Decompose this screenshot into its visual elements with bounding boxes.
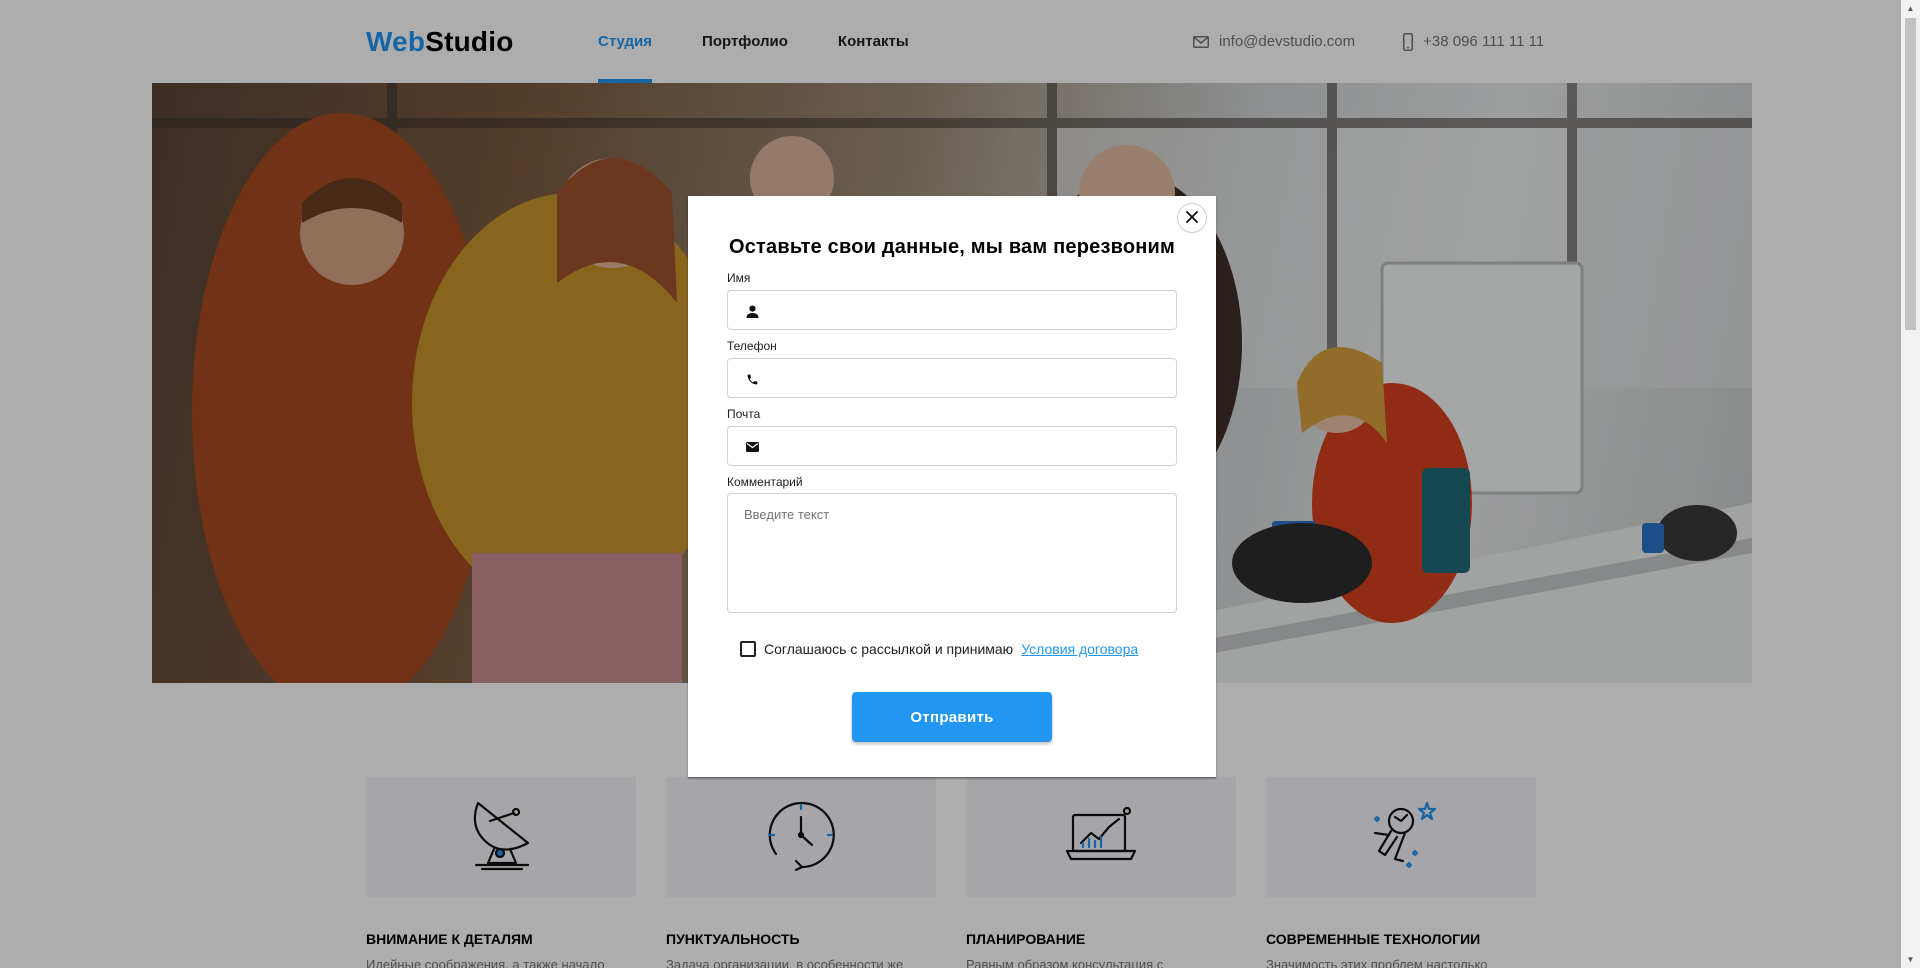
comment-label: Комментарий [727, 475, 803, 489]
email-label: Почта [727, 407, 761, 421]
scroll-thumb[interactable] [1905, 18, 1916, 330]
phone-input[interactable] [768, 359, 1168, 397]
name-input[interactable] [768, 291, 1168, 329]
name-label: Имя [727, 271, 751, 285]
email-field[interactable] [727, 426, 1177, 466]
page-scrollbar[interactable]: ▲ ▼ [1901, 0, 1920, 968]
phone-label: Телефон [727, 339, 777, 353]
name-field[interactable] [727, 290, 1177, 330]
person-icon [744, 303, 760, 319]
phone-field[interactable] [727, 358, 1177, 398]
scroll-down-arrow-icon[interactable]: ▼ [1901, 951, 1920, 968]
agreement-row: Соглашаюсь с рассылкой и принимаю Услови… [740, 641, 1138, 657]
callback-modal: Оставьте свои данные, мы вам перезвоним … [688, 196, 1216, 777]
submit-button[interactable]: Отправить [852, 692, 1052, 742]
modal-title: Оставьте свои данные, мы вам перезвоним [728, 236, 1176, 258]
phone-icon [744, 371, 760, 387]
mail-icon [744, 439, 760, 455]
close-button[interactable] [1177, 203, 1207, 233]
scroll-up-arrow-icon[interactable]: ▲ [1901, 0, 1920, 17]
terms-link[interactable]: Условия договора [1021, 641, 1138, 657]
agreement-text: Соглашаюсь с рассылкой и принимаю [764, 641, 1014, 657]
comment-textarea[interactable] [728, 494, 1176, 612]
agreement-checkbox[interactable] [740, 641, 756, 657]
close-icon [1186, 210, 1198, 226]
email-input[interactable] [768, 427, 1168, 465]
comment-field[interactable] [727, 493, 1177, 613]
